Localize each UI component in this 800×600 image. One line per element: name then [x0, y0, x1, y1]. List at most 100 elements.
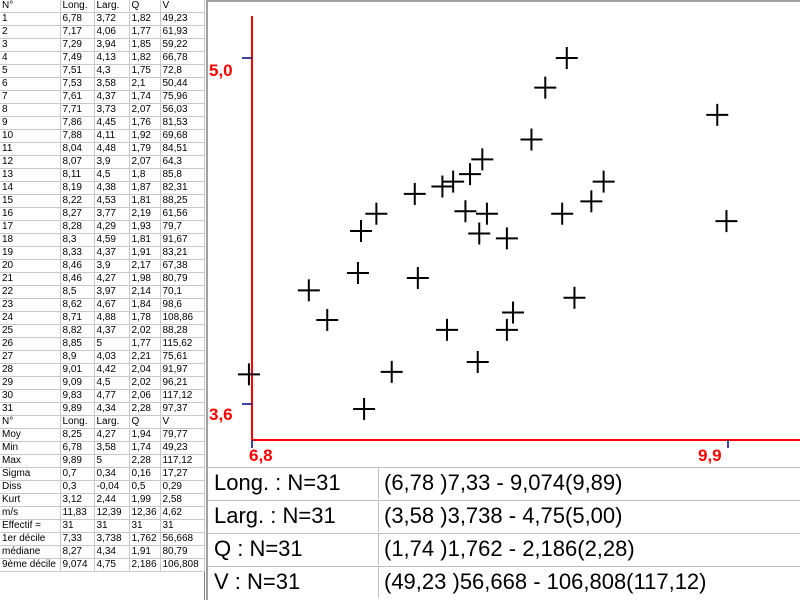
- table-cell: 80,79: [160, 545, 205, 559]
- data-point: [431, 175, 454, 198]
- table-cell: 1,82: [129, 51, 161, 65]
- table-cell: 4,5: [94, 168, 130, 182]
- table-header-row: N° Long. Larg. Q V: [0, 0, 205, 13]
- table-cell: 0,3: [60, 480, 95, 494]
- summary-range-value: (6,78 )7,33 - 9,074(9,89): [384, 470, 623, 495]
- data-point: [495, 318, 518, 341]
- table-cell: 31: [60, 519, 95, 533]
- data-point: [520, 128, 543, 151]
- table-cell: 4,37: [94, 90, 130, 104]
- table-cell: 7,88: [60, 129, 95, 143]
- table-row: 12 8,07 3,9 2,07 64,3: [0, 155, 205, 169]
- table-cell: Max: [0, 454, 61, 468]
- table-cell: 25: [0, 324, 61, 338]
- table-cell: 2,28: [129, 402, 161, 416]
- table-cell: 4,88: [94, 311, 130, 325]
- table-cell: 4,62: [160, 506, 205, 520]
- table-cell: 17: [0, 220, 61, 234]
- table-cell: m/s: [0, 506, 61, 520]
- y-tick-label: 3,6: [209, 405, 233, 424]
- table-cell: 2,44: [94, 493, 130, 507]
- table-row: 1 6,78 3,72 1,82 49,23: [0, 12, 205, 26]
- table-cell: 56,668: [160, 532, 205, 546]
- table-cell: 5: [94, 337, 130, 351]
- table-cell: 4,13: [94, 51, 130, 65]
- table-cell: 4,42: [94, 363, 130, 377]
- table-cell: 9: [0, 116, 61, 130]
- table-cell: 70,1: [160, 285, 205, 299]
- table-cell: 4,34: [94, 545, 130, 559]
- table-cell: 1,75: [129, 64, 161, 78]
- table-cell: 2,28: [129, 454, 161, 468]
- table-row: 20 8,46 3,9 2,17 67,38: [0, 259, 205, 273]
- table-row: 18 8,3 4,59 1,81 91,67: [0, 233, 205, 247]
- table-row: 21 8,46 4,27 1,98 80,79: [0, 272, 205, 286]
- table-cell: 7,71: [60, 103, 95, 117]
- scatter-chart: 5,0 3,6 6,8 9,9: [209, 16, 800, 465]
- x-tick-label: 9,9: [698, 446, 722, 465]
- table-cell: 3,73: [94, 103, 130, 117]
- summary-row: V : N=31 (49,23 )56,668 - 106,808(117,12): [208, 566, 800, 598]
- table-cell: 1,8: [129, 168, 161, 182]
- data-point: [715, 210, 738, 233]
- table-cell: 1,85: [129, 38, 161, 52]
- table-cell: 56,03: [160, 103, 205, 117]
- data-point: [346, 262, 369, 285]
- table-cell: 2,21: [129, 350, 161, 364]
- table-cell: 11,83: [60, 506, 95, 520]
- table-cell: 61,56: [160, 207, 205, 221]
- summary-variable-label: Long. : N=31: [214, 470, 341, 495]
- table-row: 26 8,85 5 1,77 115,62: [0, 337, 205, 351]
- table-cell: 49,23: [160, 12, 205, 26]
- table-cell: 61,93: [160, 25, 205, 39]
- table-cell: 1,81: [129, 233, 161, 247]
- table-cell: 8,85: [60, 337, 95, 351]
- table-row: 2 7,17 4,06 1,77 61,93: [0, 25, 205, 39]
- table-row: 24 8,71 4,88 1,78 108,86: [0, 311, 205, 325]
- table-cell: 31: [129, 519, 161, 533]
- table-cell: 1,93: [129, 220, 161, 234]
- table-cell: 14: [0, 181, 61, 195]
- table-cell: 8,46: [60, 272, 95, 286]
- table-cell: 3,77: [94, 207, 130, 221]
- table-cell: 3,72: [94, 12, 130, 26]
- table-cell: 3,12: [60, 493, 95, 507]
- table-cell: 8,07: [60, 155, 95, 169]
- table-cell: 22: [0, 285, 61, 299]
- table-cell: 4,77: [94, 389, 130, 403]
- summary-row: Q : N=31 (1,74 )1,762 - 2,186(2,28): [208, 533, 800, 565]
- table-cell: 50,44: [160, 77, 205, 91]
- table-cell: 1,91: [129, 246, 161, 260]
- stats-row: m/s 11,83 12,39 12,36 4,62: [0, 506, 205, 520]
- table-cell: 96,21: [160, 376, 205, 390]
- table-cell: 8,82: [60, 324, 95, 338]
- table-cell: 1,81: [129, 194, 161, 208]
- table-cell: 1: [0, 12, 61, 26]
- summary-range-value: (49,23 )56,668 - 106,808(117,12): [384, 569, 707, 594]
- table-cell: 8,28: [60, 220, 95, 234]
- summary-divider: [378, 567, 379, 598]
- table-cell: 1,99: [129, 493, 161, 507]
- table-cell: 79,7: [160, 220, 205, 234]
- table-row: 14 8,19 4,38 1,87 82,31: [0, 181, 205, 195]
- table-cell: 8,9: [60, 350, 95, 364]
- table-row: 30 9,83 4,77 2,06 117,12: [0, 389, 205, 403]
- table-row: 5 7,51 4,3 1,75 72,8: [0, 64, 205, 78]
- table-row: 3 7,29 3,94 1,85 59,22: [0, 38, 205, 52]
- table-cell: 79,77: [160, 428, 205, 442]
- table-cell: 5: [0, 64, 61, 78]
- table-cell: 8,27: [60, 207, 95, 221]
- table-cell: N°: [0, 415, 61, 429]
- table-cell: 8: [0, 103, 61, 117]
- table-cell: 106,808: [160, 558, 205, 572]
- table-cell: V: [160, 415, 205, 429]
- table-cell: 117,12: [160, 389, 205, 403]
- table-cell: 4,29: [94, 220, 130, 234]
- stats-row: Effectif = 31 31 31 31: [0, 519, 205, 533]
- data-point: [592, 170, 615, 193]
- summary-divider: [378, 501, 379, 532]
- table-row: 31 9,89 4,34 2,28 97,37: [0, 402, 205, 416]
- data-point: [403, 182, 426, 205]
- table-cell: 1,94: [129, 428, 161, 442]
- table-cell: 72,8: [160, 64, 205, 78]
